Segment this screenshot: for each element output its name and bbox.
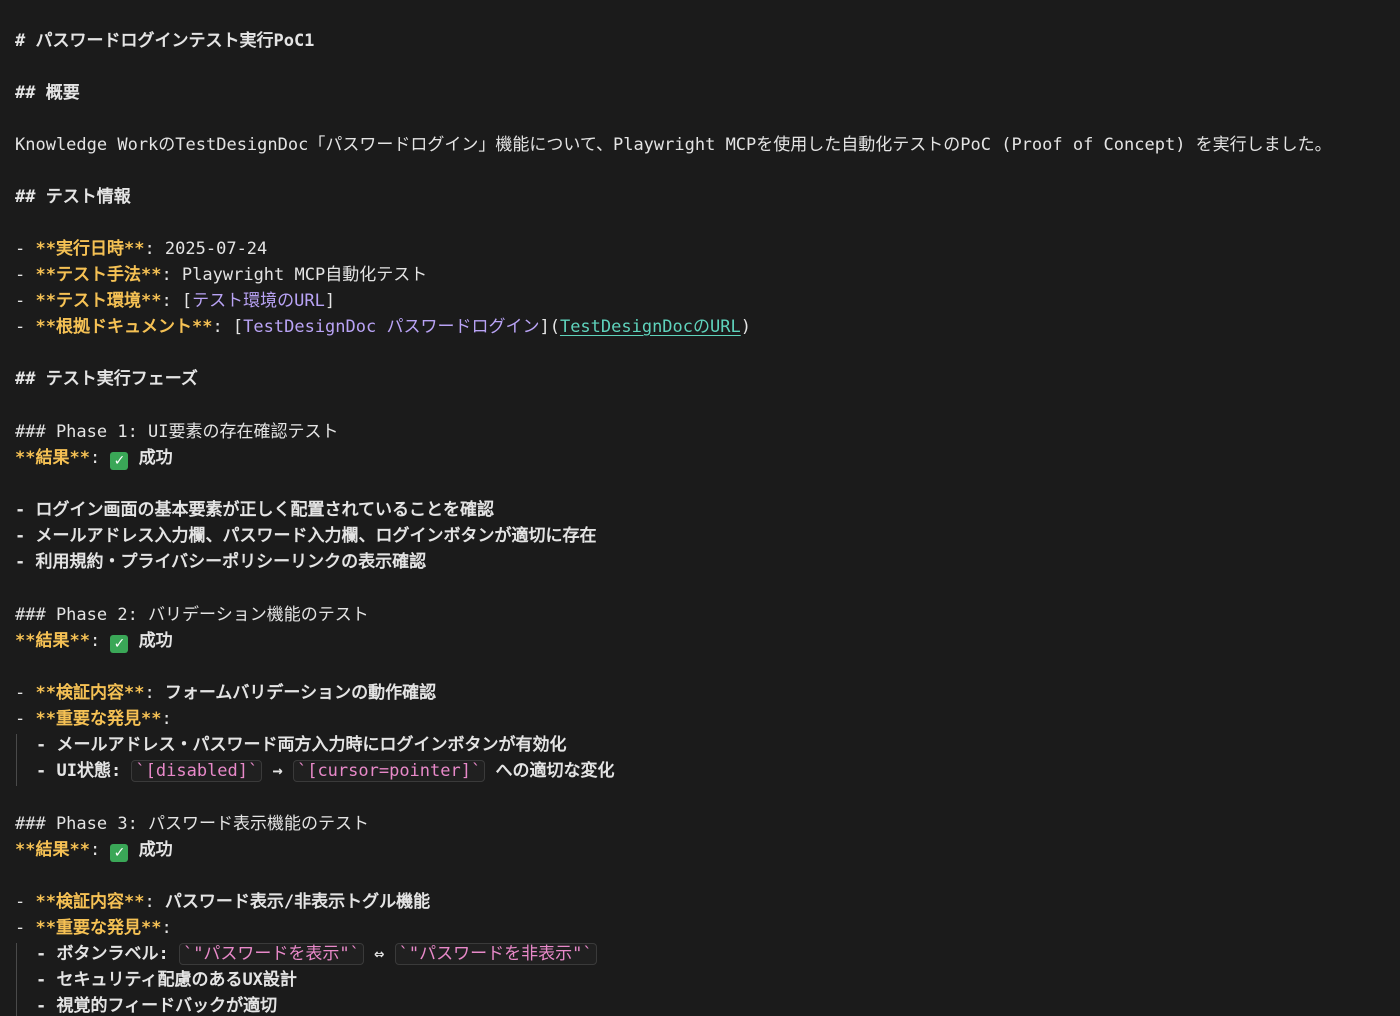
list-item: - 視覚的フィードバックが適切 [36, 996, 278, 1016]
list-bullet: - [15, 317, 36, 337]
inline-code: `[disabled]` [131, 760, 263, 782]
inline-code: `"パスワードを表示"` [178, 943, 364, 965]
list-item: - UI状態: `[disabled]` → `[cursor=pointer]… [36, 760, 615, 782]
verify-label: **検証内容** [35, 892, 145, 912]
finding-label: **重要な発見** [35, 709, 162, 729]
result-value: 成功 [138, 840, 173, 860]
phase2-finding: - **重要な発見**: [15, 709, 172, 729]
list-item: - ログイン画面の基本要素が正しく配置されていることを確認 [15, 500, 494, 520]
date-value: 2025-07-24 [164, 239, 268, 259]
result-label: **結果** [15, 448, 90, 468]
phase3-heading: ### Phase 3: パスワード表示機能のテスト [15, 814, 370, 834]
result-value: 成功 [138, 448, 173, 468]
phase3-result: **結果**: ✓ 成功 [15, 840, 173, 862]
list-bullet: - [15, 291, 36, 311]
verify-label: **検証内容** [35, 683, 145, 703]
result-value: 成功 [138, 631, 173, 651]
result-label: **結果** [15, 631, 90, 651]
list-item: - セキュリティ配慮のあるUX設計 [36, 970, 297, 990]
test-info-method: - **テスト手法**: Playwright MCP自動化テスト [15, 265, 428, 285]
list-item: - メールアドレス・パスワード両方入力時にログインボタンが有効化 [36, 735, 567, 755]
inline-code: `[cursor=pointer]` [292, 760, 486, 782]
doc-link-text[interactable]: TestDesignDoc パスワードログイン [243, 317, 539, 337]
list-bullet: - [15, 239, 36, 259]
overview-text: Knowledge WorkのTestDesignDoc「パスワードログイン」機… [15, 135, 1332, 155]
indent-guide [16, 734, 17, 786]
phase2-verify: - **検証内容**: フォームバリデーションの動作確認 [15, 683, 437, 703]
test-info-env: - **テスト環境**: [テスト環境のURL] [15, 291, 336, 311]
overview-heading: ## 概要 [15, 83, 80, 103]
method-label: **テスト手法** [35, 265, 162, 285]
inline-code: `"パスワードを非表示"` [394, 943, 597, 965]
indent-guide [16, 943, 17, 1016]
result-label: **結果** [15, 840, 90, 860]
test-info-doc: - **根拠ドキュメント**: [TestDesignDoc パスワードログイン… [15, 317, 751, 337]
test-info-heading: ## テスト情報 [15, 187, 131, 207]
doc-title: # パスワードログインテスト実行PoC1 [15, 31, 315, 51]
phase1-heading: ### Phase 1: UI要素の存在確認テスト [15, 422, 339, 442]
env-link[interactable]: テスト環境のURL [192, 291, 325, 311]
env-label: **テスト環境** [35, 291, 162, 311]
verify-value: パスワード表示/非表示トグル機能 [164, 892, 431, 912]
markdown-editor[interactable]: # パスワードログインテスト実行PoC1 ## 概要 Knowledge Wor… [0, 0, 1400, 1016]
list-bullet: - [15, 265, 36, 285]
check-mark-icon: ✓ [110, 635, 129, 653]
check-mark-icon: ✓ [110, 452, 129, 470]
test-info-date: - **実行日時**: 2025-07-24 [15, 239, 268, 259]
method-value: Playwright MCP自動化テスト [181, 265, 428, 285]
doc-link-url[interactable]: TestDesignDocのURL [560, 317, 741, 337]
phase3-finding: - **重要な発見**: [15, 918, 172, 938]
doc-label: **根拠ドキュメント** [35, 317, 213, 337]
list-item: - メールアドレス入力欄、パスワード入力欄、ログインボタンが適切に存在 [15, 526, 597, 546]
phases-heading: ## テスト実行フェーズ [15, 369, 198, 389]
verify-value: フォームバリデーションの動作確認 [164, 683, 437, 703]
date-label: **実行日時** [35, 239, 145, 259]
list-item: - ボタンラベル: `"パスワードを表示"` ⇔ `"パスワードを非表示"` [36, 941, 597, 967]
phase2-heading: ### Phase 2: バリデーション機能のテスト [15, 605, 369, 625]
finding-label: **重要な発見** [35, 918, 162, 938]
phase3-verify: - **検証内容**: パスワード表示/非表示トグル機能 [15, 892, 431, 912]
phase2-result: **結果**: ✓ 成功 [15, 631, 173, 653]
check-mark-icon: ✓ [110, 844, 129, 862]
list-item: - 利用規約・プライバシーポリシーリンクの表示確認 [15, 552, 427, 572]
phase1-result: **結果**: ✓ 成功 [15, 448, 173, 470]
